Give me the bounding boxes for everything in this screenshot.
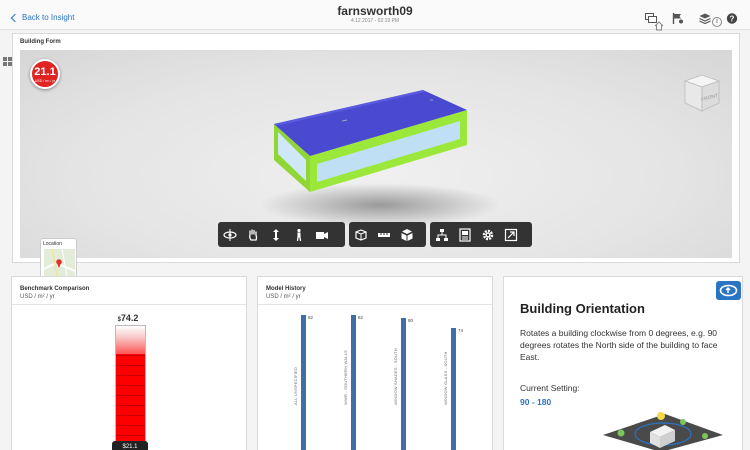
history-bar[interactable] <box>451 328 456 450</box>
properties-icon[interactable] <box>458 227 472 242</box>
history-bar-label: WINDOW GLASS - SOUTH <box>443 351 448 405</box>
history-bar[interactable] <box>351 315 356 450</box>
analysis-toolbar <box>349 222 426 247</box>
navigation-toolbar <box>218 222 345 247</box>
viewcube[interactable]: FRONT <box>680 69 722 117</box>
current-setting-value: 90 - 180 <box>520 397 552 407</box>
fullscreen-icon[interactable] <box>504 228 518 242</box>
model-history-title: Model History <box>266 286 306 292</box>
dashboard-grid-icon[interactable] <box>3 57 12 66</box>
history-bar-value: 82 <box>358 315 364 320</box>
divider <box>12 304 246 305</box>
history-bar-label: ALL UNSPECIFIED <box>293 367 298 405</box>
location-label: Location <box>43 241 62 247</box>
app-header: Back to Insight farnsworth09 4.12.2017 -… <box>0 0 750 30</box>
home-view-icon[interactable] <box>654 18 664 31</box>
history-bar-value: 82 <box>308 315 314 320</box>
help-icon[interactable]: ? <box>726 11 738 24</box>
walk-icon[interactable] <box>292 228 306 242</box>
building-form-title: Building Form <box>20 39 61 45</box>
divider <box>258 304 492 305</box>
orientation-title: Building Orientation <box>520 301 645 316</box>
history-bar[interactable] <box>401 318 406 450</box>
flag-settings-icon[interactable] <box>672 11 684 24</box>
section-box-icon[interactable] <box>354 228 368 242</box>
benchmark-top-value: $74.2 <box>11 313 245 323</box>
measure-icon[interactable] <box>377 228 391 242</box>
model-history-card: Model History USD / m² / yr <box>257 276 493 450</box>
orbit-icon[interactable] <box>223 228 237 242</box>
history-bar[interactable] <box>301 315 306 450</box>
layers-icon[interactable] <box>699 11 711 25</box>
history-bar-value: 80 <box>408 318 414 324</box>
benchmark-unit: USD / m² / yr <box>20 294 55 300</box>
pan-icon[interactable] <box>246 228 260 242</box>
svg-text:?: ? <box>730 14 735 23</box>
page-timestamp: 4.12.2017 - 02:19 PM <box>350 18 400 24</box>
orientation-widget-icon[interactable] <box>716 281 741 300</box>
model-browser-icon[interactable] <box>435 228 449 242</box>
benchmark-title: Benchmark Comparison <box>20 286 90 292</box>
history-bar-label: WWR - SOUTHERN WALLS <box>343 350 348 405</box>
current-setting-label: Current Setting: <box>520 383 580 393</box>
orientation-preview <box>603 412 723 450</box>
history-bar-value: 74 <box>458 328 464 334</box>
model-history-unit: USD / m² / yr <box>266 294 301 300</box>
orientation-description: Rotates a building clockwise from 0 degr… <box>520 328 718 362</box>
settings-toolbar <box>430 222 532 247</box>
page-title: farnsworth09 <box>337 4 413 18</box>
benchmark-thermometer <box>115 325 146 450</box>
benchmark-top-number: 74.2 <box>120 313 139 323</box>
explode-icon[interactable] <box>400 228 414 242</box>
info-icon[interactable]: i <box>712 17 722 27</box>
settings-icon[interactable] <box>481 228 495 242</box>
camera-icon[interactable] <box>315 228 329 242</box>
history-bar-label: WINDOW SHADES - SOUTH <box>393 348 398 405</box>
thermometer-top-gradient <box>116 326 145 354</box>
zoom-icon[interactable] <box>269 228 283 242</box>
current-value-marker: $21.1 <box>112 441 148 450</box>
